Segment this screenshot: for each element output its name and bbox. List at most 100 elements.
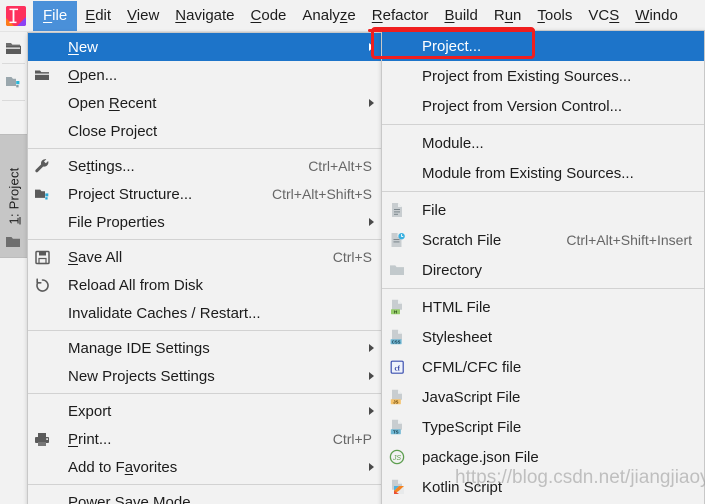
menu-separator	[382, 124, 704, 125]
printer-icon	[28, 425, 56, 453]
menubar-item-view[interactable]: View	[119, 3, 167, 29]
menu-icon-placeholder	[28, 89, 56, 117]
submenu-item-project[interactable]: Project...	[382, 31, 704, 61]
submenu-item-scratch-file[interactable]: Scratch File Ctrl+Alt+Shift+Insert	[382, 225, 704, 255]
menu-icon-placeholder	[382, 91, 412, 121]
js-file-icon: JS	[382, 382, 412, 412]
menubar-item-build[interactable]: Build	[436, 3, 485, 29]
ide-window: File Edit View Navigate Code Analyze Ref…	[0, 0, 705, 504]
menu-separator	[382, 288, 704, 289]
file-icon	[390, 202, 404, 218]
menu-icon-placeholder	[28, 397, 56, 425]
file-menu-popup: New Open... Open Recent Close Project Settin…	[27, 32, 385, 504]
menu-separator	[28, 330, 384, 331]
menu-icon-placeholder	[382, 61, 412, 91]
intellij-idea-logo-icon	[5, 5, 27, 27]
submenu-item-directory[interactable]: Directory	[382, 255, 704, 285]
menu-item-shortcut: Ctrl+S	[332, 249, 372, 265]
menu-separator	[28, 148, 384, 149]
file-icon	[382, 195, 412, 225]
submenu-item-package-json-file[interactable]: JS package.json File	[382, 442, 704, 472]
project-structure-icon	[28, 180, 56, 208]
menu-item-shortcut: Ctrl+P	[332, 431, 372, 447]
new-submenu-popup: Project... Project from Existing Sources.…	[381, 30, 705, 504]
css-file-icon: CSS	[382, 322, 412, 352]
menu-item-print[interactable]: Print... Ctrl+P	[28, 425, 384, 453]
printer-icon	[34, 432, 50, 447]
svg-text:TS: TS	[392, 429, 398, 434]
submenu-item-typescript-file[interactable]: TS TypeScript File	[382, 412, 704, 442]
menu-item-new-projects-settings[interactable]: New Projects Settings	[28, 362, 384, 390]
menu-item-project-structure[interactable]: Project Structure... Ctrl+Alt+Shift+S	[28, 180, 384, 208]
nodejs-icon: JS	[382, 442, 412, 472]
open-folder-icon	[34, 68, 50, 82]
menubar-item-analyze[interactable]: Analyze	[294, 3, 363, 29]
project-structure-icon	[34, 187, 51, 202]
menu-item-new[interactable]: New	[28, 33, 384, 61]
submenu-item-project-from-existing-sources[interactable]: Project from Existing Sources...	[382, 61, 704, 91]
menu-item-power-save-mode[interactable]: Power Save Mode	[28, 488, 384, 504]
menu-icon-placeholder	[28, 299, 56, 327]
save-icon	[34, 250, 50, 265]
submenu-item-file[interactable]: File	[382, 195, 704, 225]
svg-text:CSS: CSS	[391, 339, 400, 344]
submenu-item-project-from-version-control[interactable]: Project from Version Control...	[382, 91, 704, 121]
menubar-item-window[interactable]: Windo	[627, 3, 686, 29]
project-structure-icon	[5, 77, 19, 88]
ts-file-icon: TS	[390, 419, 405, 435]
project-structure-button[interactable]	[0, 68, 27, 96]
js-file-icon: JS	[390, 389, 405, 405]
menu-item-reload-all-from-disk[interactable]: Reload All from Disk	[28, 271, 384, 299]
open-folder-icon	[6, 42, 21, 54]
menubar-item-file[interactable]: File	[33, 0, 78, 31]
svg-text:JS: JS	[392, 455, 402, 462]
submenu-item-stylesheet[interactable]: CSS Stylesheet	[382, 322, 704, 352]
menu-separator	[28, 239, 384, 240]
nodejs-icon: JS	[389, 449, 405, 465]
menu-item-invalidate-caches[interactable]: Invalidate Caches / Restart...	[28, 299, 384, 327]
html-file-icon: H	[382, 292, 412, 322]
menu-item-open[interactable]: Open...	[28, 61, 384, 89]
menu-icon-placeholder	[28, 488, 56, 504]
ts-file-icon: TS	[382, 412, 412, 442]
menubar-item-code[interactable]: Code	[243, 3, 295, 29]
directory-icon	[389, 263, 405, 277]
submenu-item-javascript-file[interactable]: JS JavaScript File	[382, 382, 704, 412]
directory-icon	[382, 255, 412, 285]
scratch-file-icon	[390, 232, 405, 248]
menubar-item-run[interactable]: Run	[486, 3, 530, 29]
menu-item-manage-ide-settings[interactable]: Manage IDE Settings	[28, 334, 384, 362]
menu-item-save-all[interactable]: Save All Ctrl+S	[28, 243, 384, 271]
css-file-icon: CSS	[390, 329, 405, 345]
cfml-file-icon: cf	[382, 352, 412, 382]
menu-item-close-project[interactable]: Close Project	[28, 117, 384, 145]
menu-item-file-properties[interactable]: File Properties	[28, 208, 384, 236]
menubar-item-tools[interactable]: Tools	[529, 3, 580, 29]
menu-icon-placeholder	[28, 117, 56, 145]
folder-icon-button[interactable]	[0, 228, 27, 256]
kotlin-icon	[382, 472, 412, 502]
menu-item-add-to-favorites[interactable]: Add to Favorites	[28, 453, 384, 481]
submenu-item-html-file[interactable]: H HTML File	[382, 292, 704, 322]
menu-bar: File Edit View Navigate Code Analyze Ref…	[0, 0, 705, 32]
reload-icon	[35, 277, 50, 293]
submenu-item-cfml-cfc-file[interactable]: cf CFML/CFC file	[382, 352, 704, 382]
svg-text:cf: cf	[394, 364, 400, 372]
menubar-item-refactor[interactable]: Refactor	[364, 3, 437, 29]
menu-icon-placeholder	[28, 362, 56, 390]
submenu-item-kotlin-script[interactable]: Kotlin Script	[382, 472, 704, 502]
wrench-icon	[34, 158, 50, 174]
menu-item-export[interactable]: Export	[28, 397, 384, 425]
menubar-item-edit[interactable]: Edit	[77, 3, 119, 29]
menu-separator	[28, 393, 384, 394]
menubar-item-vcs[interactable]: VCS	[580, 3, 627, 29]
menu-item-open-recent[interactable]: Open Recent	[28, 89, 384, 117]
menu-item-settings[interactable]: Settings... Ctrl+Alt+S	[28, 152, 384, 180]
open-folder-button[interactable]	[0, 34, 27, 62]
submenu-item-module[interactable]: Module...	[382, 128, 704, 158]
menu-icon-placeholder	[382, 158, 412, 188]
html-file-icon: H	[390, 299, 405, 315]
kotlin-icon	[390, 479, 405, 495]
menubar-item-navigate[interactable]: Navigate	[167, 3, 242, 29]
submenu-item-module-from-existing-sources[interactable]: Module from Existing Sources...	[382, 158, 704, 188]
